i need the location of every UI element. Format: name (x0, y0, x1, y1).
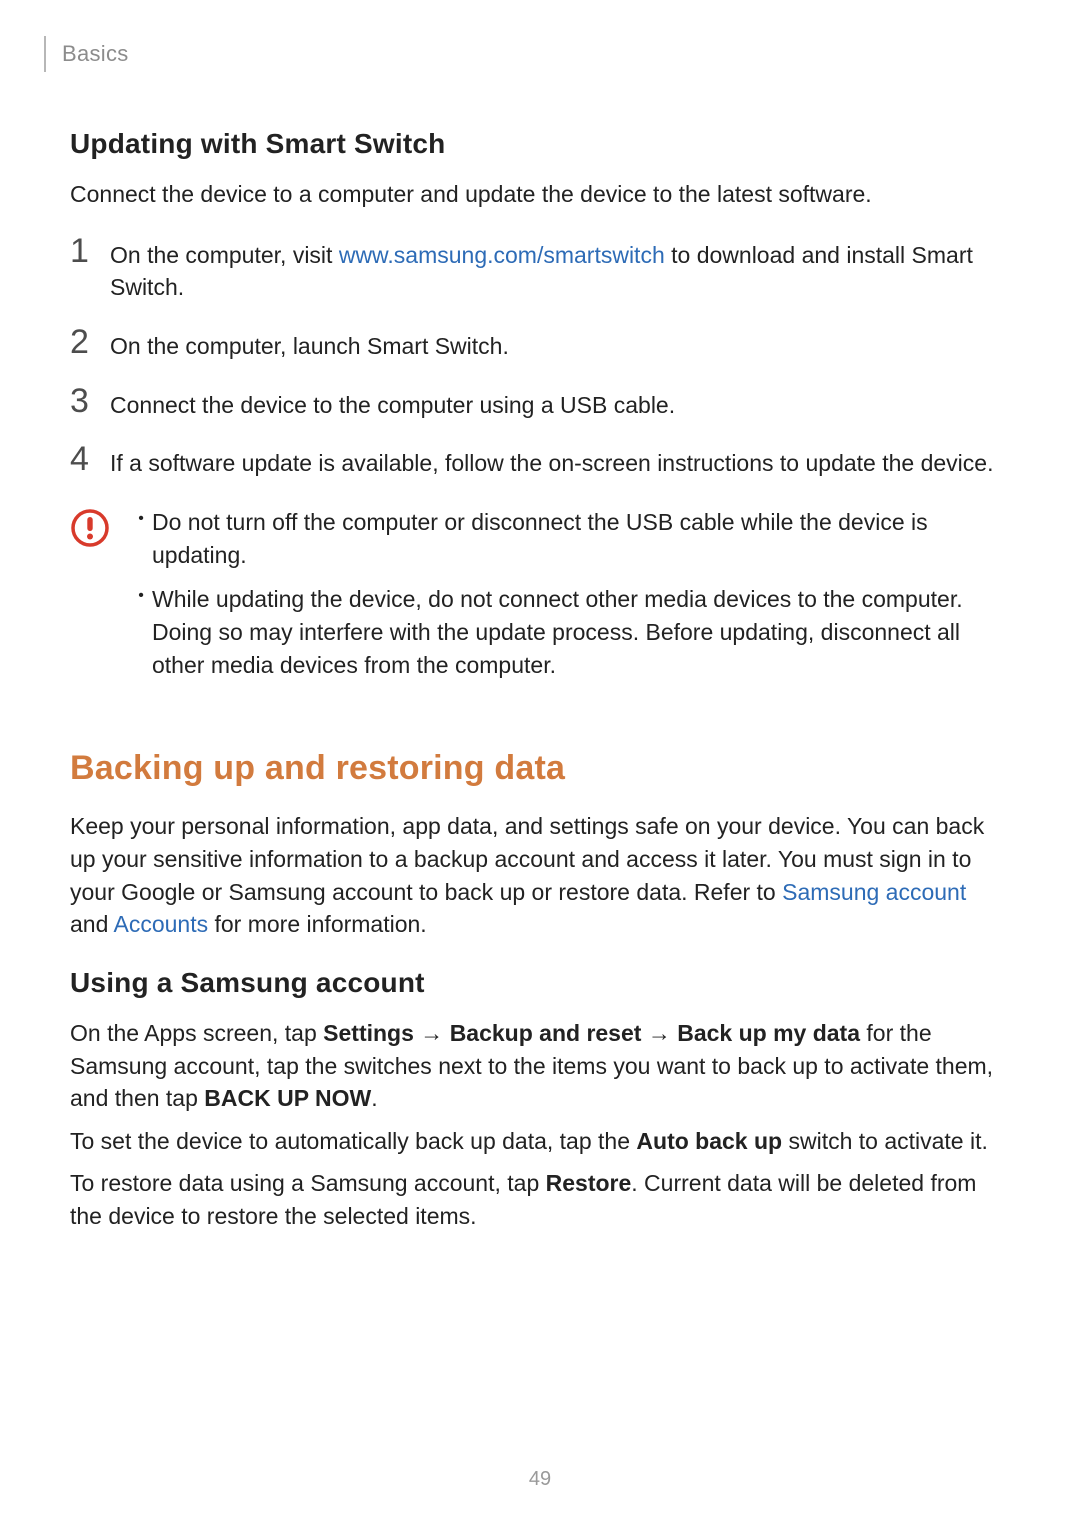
step-number: 3 (70, 384, 106, 418)
step-number: 2 (70, 325, 106, 359)
caution-block: • Do not turn off the computer or discon… (70, 506, 1010, 693)
arrow-separator: → (641, 1020, 677, 1046)
text-fragment: To restore data using a Samsung account,… (70, 1170, 546, 1196)
step-number: 4 (70, 442, 106, 476)
step-text: On the computer, visit www.samsung.com/s… (106, 239, 1010, 304)
bullet-icon: • (130, 583, 152, 609)
document-page: Basics Updating with Smart Switch Connec… (0, 0, 1080, 1233)
caution-list: • Do not turn off the computer or discon… (110, 506, 1010, 693)
text-fragment: and (70, 911, 114, 937)
usage-paragraph-2: To set the device to automatically back … (70, 1125, 1010, 1158)
accounts-link[interactable]: Accounts (114, 911, 209, 937)
step-text: Connect the device to the computer using… (106, 389, 1010, 422)
arrow-separator: → (414, 1020, 450, 1046)
step-item: 3 Connect the device to the computer usi… (70, 389, 1010, 422)
text-fragment: . (371, 1085, 377, 1111)
section-heading-backup-restore: Backing up and restoring data (70, 749, 1010, 788)
usage-paragraph-1: On the Apps screen, tap Settings → Backu… (70, 1017, 1010, 1115)
text-fragment: To set the device to automatically back … (70, 1128, 636, 1154)
bullet-item: • While updating the device, do not conn… (130, 583, 1010, 681)
bullet-icon: • (130, 506, 152, 532)
step-item: 1 On the computer, visit www.samsung.com… (70, 239, 1010, 304)
header-divider (44, 36, 46, 72)
ui-label-restore: Restore (546, 1170, 632, 1196)
bullet-item: • Do not turn off the computer or discon… (130, 506, 1010, 571)
step-text: On the computer, launch Smart Switch. (106, 330, 1010, 363)
text-fragment: switch to activate it. (782, 1128, 988, 1154)
text-fragment: for more information. (208, 911, 427, 937)
samsung-account-link[interactable]: Samsung account (782, 879, 966, 905)
step-item: 4 If a software update is available, fol… (70, 447, 1010, 480)
ui-label-settings: Settings (323, 1020, 414, 1046)
intro-paragraph: Connect the device to a computer and upd… (70, 178, 1010, 211)
subheading-using-samsung-account: Using a Samsung account (70, 967, 1010, 999)
section-breadcrumb: Basics (62, 41, 129, 67)
page-number: 49 (0, 1468, 1080, 1491)
ui-label-backup-reset: Backup and reset (450, 1020, 642, 1046)
text-fragment: On the Apps screen, tap (70, 1020, 323, 1046)
bullet-text: While updating the device, do not connec… (152, 583, 1010, 681)
ui-label-back-up-my-data: Back up my data (677, 1020, 860, 1046)
usage-paragraph-3: To restore data using a Samsung account,… (70, 1167, 1010, 1232)
subheading-updating-smart-switch: Updating with Smart Switch (70, 128, 1010, 160)
caution-icon (70, 508, 110, 553)
ui-label-backup-now: BACK UP NOW (204, 1085, 371, 1111)
step-item: 2 On the computer, launch Smart Switch. (70, 330, 1010, 363)
step-number: 1 (70, 234, 106, 268)
ui-label-auto-backup: Auto back up (636, 1128, 782, 1154)
bullet-text: Do not turn off the computer or disconne… (152, 506, 1010, 571)
step-text: If a software update is available, follo… (106, 447, 1010, 480)
step-list: 1 On the computer, visit www.samsung.com… (70, 239, 1010, 480)
page-header: Basics (44, 36, 1010, 72)
text-fragment: On the computer, visit (110, 242, 339, 268)
smartswitch-link[interactable]: www.samsung.com/smartswitch (339, 242, 665, 268)
section-paragraph: Keep your personal information, app data… (70, 810, 1010, 941)
